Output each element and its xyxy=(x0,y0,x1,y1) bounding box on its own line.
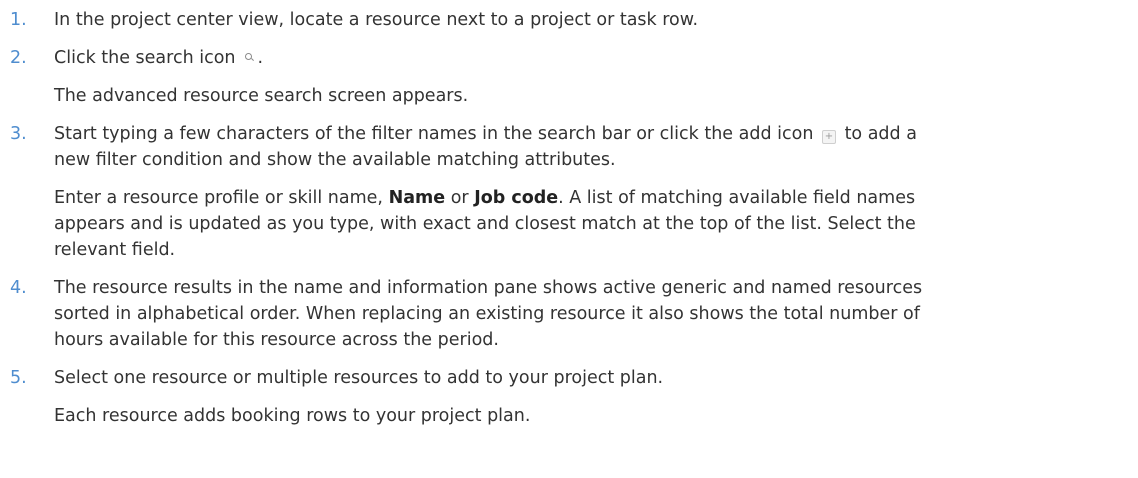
step-text: new filter condition and show the availa… xyxy=(54,150,616,170)
para-text: Enter a resource profile or skill name, xyxy=(54,188,383,208)
step-text-part: Click the search icon xyxy=(54,48,236,68)
para-text: . A list of matching available field nam… xyxy=(558,188,916,208)
para-text: or xyxy=(450,188,469,208)
search-icon xyxy=(242,50,256,64)
instruction-document: 1. In the project center view, locate a … xyxy=(0,0,1138,478)
step-note: The advanced resource search screen appe… xyxy=(54,86,469,106)
step-note: Each resource adds booking rows to your … xyxy=(54,406,531,426)
step-text: The resource results in the name and inf… xyxy=(54,278,923,298)
bold-term-job-code: Job code xyxy=(474,188,559,208)
step-number: 3. xyxy=(10,124,27,144)
step-text-part: Start typing a few characters of the fil… xyxy=(54,124,814,144)
step-number: 1. xyxy=(10,10,27,30)
step-paragraph-line: relevant field. xyxy=(54,240,176,260)
step-text: Start typing a few characters of the fil… xyxy=(54,121,1129,147)
step-paragraph-line: Enter a resource profile or skill name, … xyxy=(54,185,1129,211)
add-icon: + xyxy=(821,130,836,144)
step-text: Select one resource or multiple resource… xyxy=(54,368,664,388)
step-number: 5. xyxy=(10,368,27,388)
step-text-part: to add a xyxy=(844,124,917,144)
step-text-part: . xyxy=(257,48,264,68)
step-text: sorted in alphabetical order. When repla… xyxy=(54,304,920,324)
bold-term-name: Name xyxy=(388,188,446,208)
step-paragraph-line: appears and is updated as you type, with… xyxy=(54,214,916,234)
step-number: 2. xyxy=(10,48,27,68)
step-number: 4. xyxy=(10,278,27,298)
step-text: Click the search icon. xyxy=(54,45,1129,71)
step-text: hours available for this resource across… xyxy=(54,330,499,350)
step-text: In the project center view, locate a res… xyxy=(54,10,699,30)
